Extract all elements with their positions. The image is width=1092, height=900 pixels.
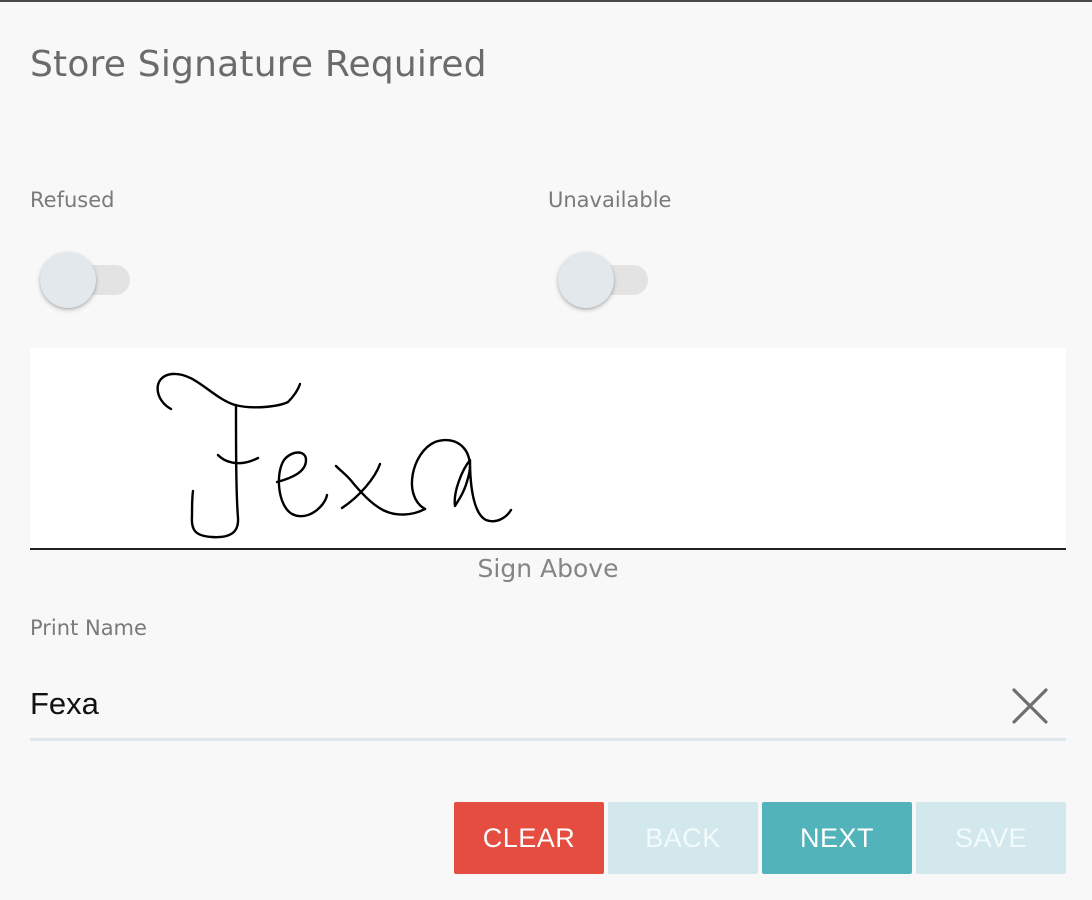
signature-pad[interactable] <box>30 348 1066 550</box>
action-buttons: CLEAR BACK NEXT SAVE <box>454 802 1066 874</box>
toggle-thumb <box>558 252 614 308</box>
back-button[interactable]: BACK <box>608 802 758 874</box>
unavailable-label: Unavailable <box>548 188 672 212</box>
unavailable-toggle[interactable] <box>558 252 648 308</box>
clear-button[interactable]: CLEAR <box>454 802 604 874</box>
dialog-title: Store Signature Required <box>30 44 487 85</box>
print-name-label: Print Name <box>30 616 147 640</box>
toggle-thumb <box>40 252 96 308</box>
print-name-field <box>30 672 1066 741</box>
refused-label: Refused <box>30 188 115 212</box>
refused-toggle-group: Refused <box>30 188 130 308</box>
save-button[interactable]: SAVE <box>916 802 1066 874</box>
top-edge-strip <box>0 0 1092 2</box>
close-icon[interactable] <box>1010 686 1050 726</box>
unavailable-toggle-group: Unavailable <box>548 188 672 308</box>
refused-toggle[interactable] <box>40 252 130 308</box>
print-name-input[interactable] <box>30 680 990 728</box>
signature-drawing <box>156 372 513 539</box>
next-button[interactable]: NEXT <box>762 802 912 874</box>
sign-above-caption: Sign Above <box>477 554 619 583</box>
